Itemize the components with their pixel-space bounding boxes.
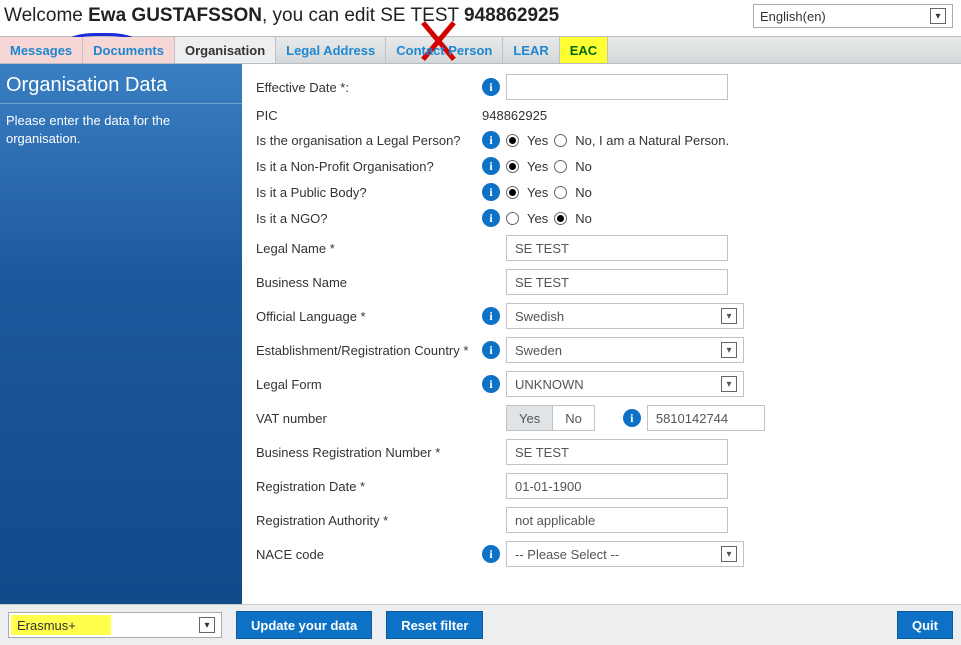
reg-auth-input[interactable] [506,507,728,533]
sidebar: Organisation Data Please enter the data … [0,64,242,604]
bottom-bar: Erasmus+ ▾ Update your data Reset filter… [0,604,961,645]
vat-label: VAT number [242,411,482,426]
info-icon[interactable]: i [482,78,500,96]
tab-organisation[interactable]: Organisation [175,37,276,63]
tab-legal-address[interactable]: Legal Address [276,37,386,63]
vat-no[interactable]: No [552,406,594,430]
nonprofit-yes-radio[interactable] [506,160,519,173]
form-panel: Effective Date *: i PIC 948862925 Is the… [242,64,961,604]
sidebar-hint: Please enter the data for the organisati… [0,104,242,148]
chevron-down-icon: ▾ [721,342,737,358]
effective-date-label: Effective Date *: [242,80,482,95]
vat-number-input[interactable] [647,405,765,431]
est-country-value: Sweden [515,343,562,358]
ngo-yes-radio[interactable] [506,212,519,225]
tab-documents[interactable]: Documents [83,37,175,63]
info-icon[interactable]: i [482,183,500,201]
legal-form-label: Legal Form [242,377,482,392]
update-button[interactable]: Update your data [236,611,372,639]
reg-date-label: Registration Date * [242,479,482,494]
yes-label: Yes [527,159,548,174]
legal-person-no-label: No, I am a Natural Person. [575,133,729,148]
pic-value: 948862925 [482,108,547,123]
public-body-label: Is it a Public Body? [242,185,482,200]
language-value: English(en) [760,9,826,24]
nace-value: -- Please Select -- [515,547,619,562]
vat-yes[interactable]: Yes [507,406,552,430]
nonprofit-label: Is it a Non-Profit Organisation? [242,159,482,174]
reg-date-input[interactable] [506,473,728,499]
chevron-down-icon: ▾ [721,546,737,562]
chevron-down-icon: ▾ [721,376,737,392]
yes-label: Yes [527,211,548,226]
info-icon[interactable]: i [482,375,500,393]
info-icon[interactable]: i [482,209,500,227]
tab-lear[interactable]: LEAR [503,37,559,63]
nace-select[interactable]: -- Please Select -- ▾ [506,541,744,567]
legal-name-input[interactable] [506,235,728,261]
language-select[interactable]: English(en) ▾ [753,4,953,28]
ngo-label: Is it a NGO? [242,211,482,226]
chevron-down-icon: ▾ [930,8,946,24]
brn-input[interactable] [506,439,728,465]
est-country-label: Establishment/Registration Country * [242,343,482,358]
reg-auth-label: Registration Authority * [242,513,482,528]
ngo-no-radio[interactable] [554,212,567,225]
programme-value: Erasmus+ [17,618,76,633]
reset-filter-button[interactable]: Reset filter [386,611,483,639]
tab-contact-person[interactable]: Contact Person [386,37,503,63]
legal-person-yes-radio[interactable] [506,134,519,147]
public-body-no-radio[interactable] [554,186,567,199]
est-country-select[interactable]: Sweden ▾ [506,337,744,363]
vat-toggle[interactable]: Yes No [506,405,595,431]
legal-person-label: Is the organisation a Legal Person? [242,133,482,148]
official-language-label: Official Language * [242,309,482,324]
official-language-value: Swedish [515,309,564,324]
no-label: No [575,185,592,200]
legal-form-select[interactable]: UNKNOWN ▾ [506,371,744,397]
business-name-label: Business Name [242,275,482,290]
quit-button[interactable]: Quit [897,611,953,639]
no-label: No [575,211,592,226]
pic-label: PIC [242,108,482,123]
effective-date-input[interactable] [506,74,728,100]
legal-form-value: UNKNOWN [515,377,584,392]
brn-label: Business Registration Number * [242,445,482,460]
info-icon[interactable]: i [482,131,500,149]
welcome-text: Welcome Ewa GUSTAFSSON, you can edit SE … [4,5,559,27]
yes-label: Yes [527,185,548,200]
sidebar-title: Organisation Data [0,64,242,104]
official-language-select[interactable]: Swedish ▾ [506,303,744,329]
tab-eac[interactable]: EAC [560,37,608,63]
tab-bar: Messages Documents Organisation Legal Ad… [0,36,961,64]
info-icon[interactable]: i [623,409,641,427]
info-icon[interactable]: i [482,341,500,359]
tab-messages[interactable]: Messages [0,37,83,63]
chevron-down-icon: ▾ [199,617,215,633]
legal-name-label: Legal Name * [242,241,482,256]
programme-select[interactable]: Erasmus+ ▾ [8,612,222,638]
info-icon[interactable]: i [482,545,500,563]
no-label: No [575,159,592,174]
public-body-yes-radio[interactable] [506,186,519,199]
info-icon[interactable]: i [482,157,500,175]
business-name-input[interactable] [506,269,728,295]
nace-label: NACE code [242,547,482,562]
legal-person-no-radio[interactable] [554,134,567,147]
legal-person-yes-label: Yes [527,133,548,148]
nonprofit-no-radio[interactable] [554,160,567,173]
chevron-down-icon: ▾ [721,308,737,324]
info-icon[interactable]: i [482,307,500,325]
